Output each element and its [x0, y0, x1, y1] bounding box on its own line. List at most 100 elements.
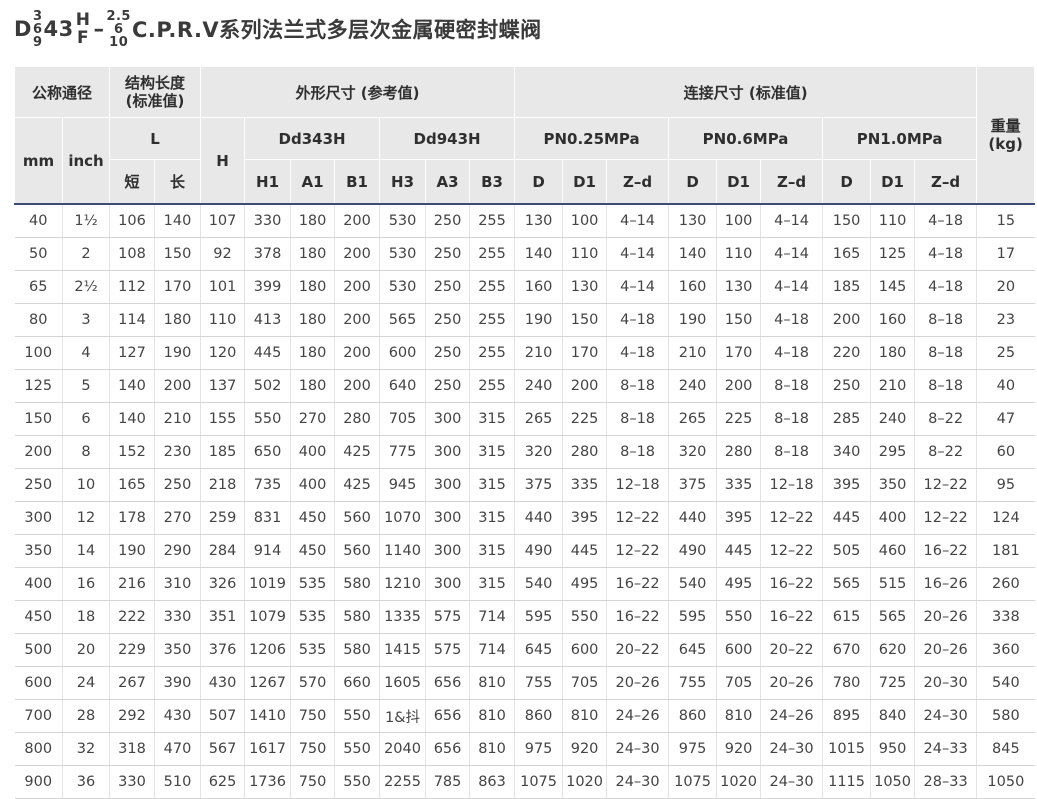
table-cell: 295	[870, 435, 916, 469]
table-cell: 656	[425, 732, 471, 766]
table-cell: 495	[716, 567, 762, 601]
table-cell: 310	[154, 567, 202, 601]
table-cell: 8	[62, 435, 111, 469]
table-cell: 15	[976, 204, 1035, 238]
table-cell: 125	[870, 237, 916, 271]
table-cell: 140	[514, 237, 564, 271]
table-cell: 395	[716, 501, 762, 535]
table-row: 40 1½ 106 140 107 330 180 200 530 250 255 130 100 4–1…	[14, 204, 1035, 238]
header-d1-pn025: D1	[562, 159, 608, 205]
title-mid: 43	[43, 17, 74, 41]
table-cell: 80	[14, 303, 63, 337]
table-cell: 200	[154, 369, 202, 403]
table-cell: 775	[379, 435, 427, 469]
table-cell: 625	[200, 765, 246, 799]
table-cell: 20	[62, 633, 111, 667]
table-cell: 975	[514, 732, 564, 766]
table-cell: 4–14	[606, 270, 670, 304]
table-cell: 750	[290, 732, 336, 766]
table-cell: 267	[109, 666, 156, 700]
header-H: H	[200, 117, 246, 205]
table-cell: 315	[469, 435, 516, 469]
table-cell: 640	[379, 369, 427, 403]
table-cell: 735	[244, 468, 292, 502]
table-cell: 210	[154, 402, 202, 436]
title-p-bot: 10	[109, 34, 129, 50]
table-cell: 4–14	[606, 204, 670, 238]
table-row: 150 6 140 210 155 550 270 280 705 300 315 265 225 8–1…	[14, 402, 1035, 436]
table-cell: 315	[469, 567, 516, 601]
table-cell: 445	[822, 501, 872, 535]
spec-table: 公称通径 结构长度 (标准值) 外形尺寸 (参考值) 连接尺寸 (标准值) 重量…	[13, 66, 1036, 799]
table-cell: 220	[822, 336, 872, 370]
table-cell: 810	[469, 699, 516, 733]
table-cell: 190	[668, 303, 718, 337]
table-cell: 230	[154, 435, 202, 469]
table-cell: 1019	[244, 567, 292, 601]
table-cell: 750	[290, 765, 336, 799]
table-cell: 580	[334, 633, 381, 667]
table-cell: 290	[154, 534, 202, 568]
table-cell: 1115	[822, 765, 872, 799]
header-d1-pn06: D1	[716, 159, 762, 205]
table-cell: 505	[822, 534, 872, 568]
table-cell: 218	[200, 468, 246, 502]
table-cell: 110	[870, 204, 916, 238]
table-cell: 565	[379, 303, 427, 337]
table-cell: 36	[62, 765, 111, 799]
table-cell: 170	[154, 270, 202, 304]
table-cell: 24–26	[606, 699, 670, 733]
table-cell: 12–22	[606, 501, 670, 535]
header-weight-text: 重量 (kg)	[988, 117, 1023, 153]
table-cell: 200	[14, 435, 63, 469]
table-cell: 165	[109, 468, 156, 502]
table-cell: 190	[154, 336, 202, 370]
header-dd343h: Dd343H	[244, 117, 381, 160]
table-row: 50 2 108 150 92 378 180 200 530 250 255 140 110 4–14 1…	[14, 237, 1035, 271]
title-dash: –	[93, 17, 105, 41]
table-cell: 8–18	[914, 303, 978, 337]
table-cell: 338	[976, 600, 1035, 634]
table-cell: 152	[109, 435, 156, 469]
table-cell: 400	[290, 468, 336, 502]
table-cell: 1075	[668, 765, 718, 799]
table-cell: 575	[425, 633, 471, 667]
table-cell: 340	[822, 435, 872, 469]
table-cell: 292	[109, 699, 156, 733]
table-cell: 300	[425, 501, 471, 535]
table-cell: 350	[154, 633, 202, 667]
table-cell: 23	[976, 303, 1035, 337]
title-p-top: 2.5	[106, 8, 131, 24]
table-cell: 270	[154, 501, 202, 535]
table-cell: 1079	[244, 600, 292, 634]
title-frac-bot: 9	[32, 34, 43, 50]
table-cell: 656	[425, 699, 471, 733]
table-cell: 445	[716, 534, 762, 568]
table-cell: 550	[334, 732, 381, 766]
table-cell: 200	[334, 237, 381, 271]
table-cell: 1075	[514, 765, 564, 799]
table-cell: 20–22	[760, 633, 824, 667]
table-cell: 12–22	[760, 534, 824, 568]
table-cell: 250	[822, 369, 872, 403]
table-cell: 1415	[379, 633, 427, 667]
table-cell: 20–22	[606, 633, 670, 667]
table-cell: 280	[716, 435, 762, 469]
table-cell: 800	[14, 732, 63, 766]
table-cell: 470	[154, 732, 202, 766]
header-L: L	[109, 117, 202, 160]
table-cell: 315	[469, 402, 516, 436]
table-cell: 975	[668, 732, 718, 766]
table-cell: 265	[668, 402, 718, 436]
table-cell: 4–14	[760, 270, 824, 304]
table-cell: 100	[14, 336, 63, 370]
table-cell: 1140	[379, 534, 427, 568]
table-cell: 150	[154, 237, 202, 271]
table-cell: 1½	[62, 204, 111, 238]
table-cell: 335	[716, 468, 762, 502]
header-d-pn06: D	[668, 159, 718, 205]
table-cell: 320	[514, 435, 564, 469]
table-cell: 8–18	[760, 369, 824, 403]
table-cell: 12–22	[914, 468, 978, 502]
table-cell: 140	[154, 204, 202, 238]
